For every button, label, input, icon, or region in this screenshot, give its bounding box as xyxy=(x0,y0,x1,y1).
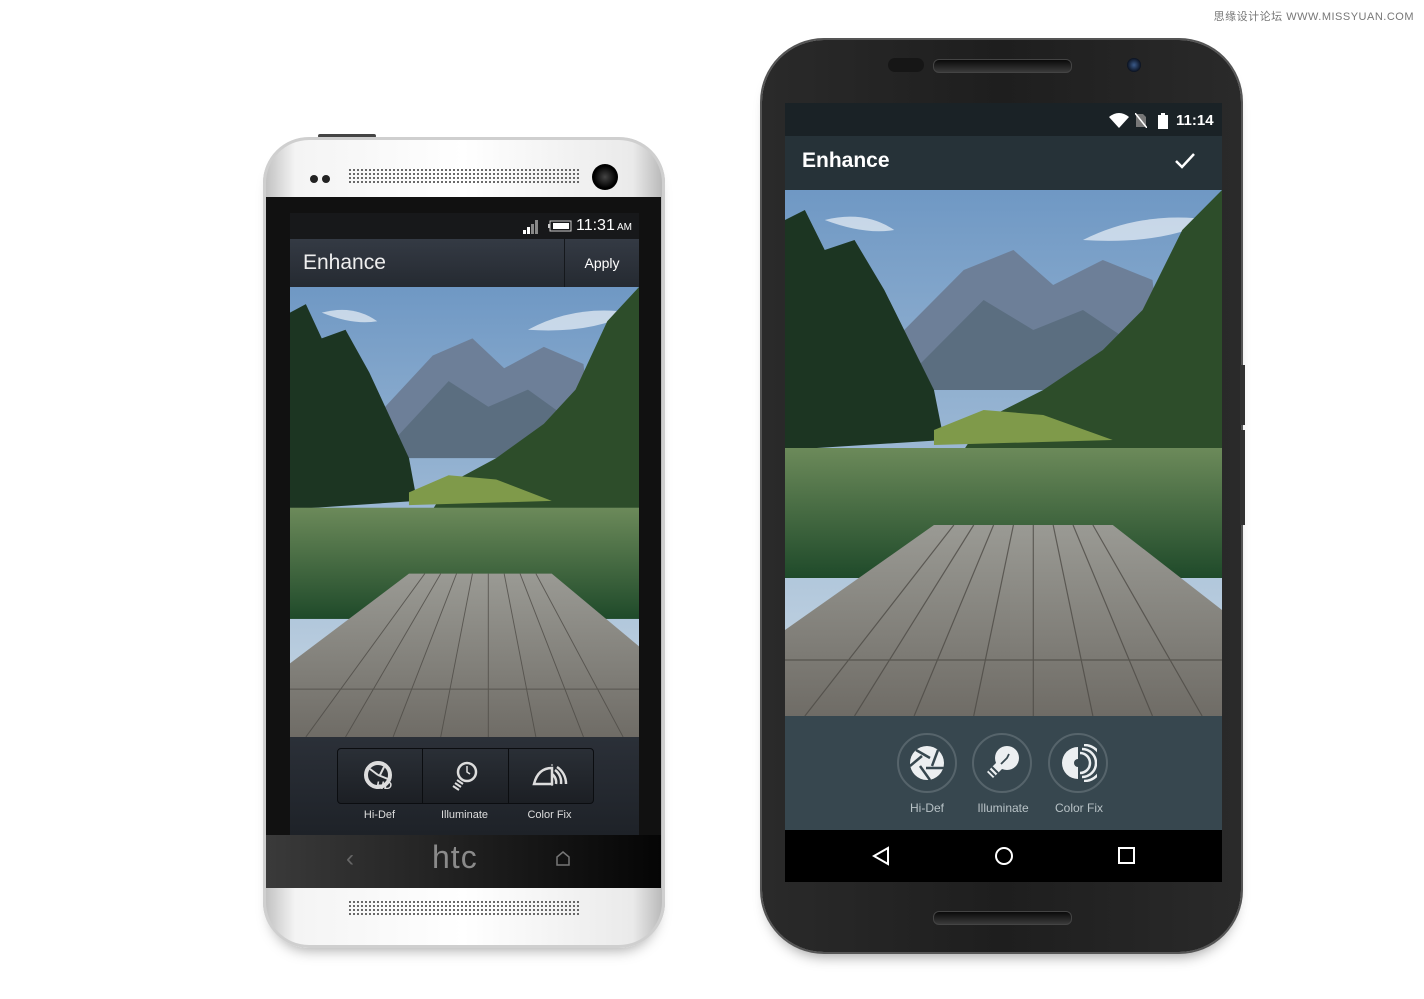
wifi-icon xyxy=(1109,113,1129,128)
top-speaker-grille xyxy=(348,168,580,184)
page-title: Enhance xyxy=(802,149,890,172)
color-fix-label: Color Fix xyxy=(1054,801,1103,815)
page-title: Enhance xyxy=(303,251,386,274)
sensor-dots xyxy=(310,175,318,183)
lightbulb-icon xyxy=(987,746,1019,778)
bottom-speaker-grille xyxy=(348,900,580,916)
htc-nav-area: ‹ htc xyxy=(266,835,661,888)
status-ampm: AM xyxy=(617,222,632,233)
navigation-bar xyxy=(785,830,1222,882)
status-bar: 11:14 xyxy=(785,103,1222,136)
front-camera xyxy=(592,164,618,190)
color-fix-label: Color Fix xyxy=(527,809,572,821)
battery-icon xyxy=(1158,113,1168,129)
top-speaker xyxy=(933,59,1072,73)
watermark: 思缘设计论坛 WWW.MISSYUAN.COM xyxy=(1213,11,1414,23)
signal-icon xyxy=(523,220,538,234)
color-fix-button[interactable] xyxy=(1048,733,1108,793)
svg-text:HD: HD xyxy=(376,780,392,791)
illuminate-button[interactable] xyxy=(972,733,1032,793)
back-icon[interactable]: ‹ xyxy=(346,845,354,873)
tool-segmented-control: HD xyxy=(337,748,594,804)
status-time: 11:31 xyxy=(576,217,615,234)
photo-preview xyxy=(785,190,1222,716)
hi-def-label: Hi-Def xyxy=(909,801,944,815)
app-bar: Enhance xyxy=(785,136,1222,190)
color-fix-button[interactable] xyxy=(509,749,593,803)
check-icon[interactable] xyxy=(1174,152,1196,170)
status-bar: 11:31 AM xyxy=(290,213,639,239)
no-sim-icon xyxy=(1135,113,1147,128)
color-fix-icon xyxy=(1062,744,1097,782)
status-time: 11:14 xyxy=(1176,112,1214,129)
hi-def-button[interactable] xyxy=(897,733,957,793)
illuminate-label: Illuminate xyxy=(977,801,1029,815)
power-button xyxy=(1240,365,1245,425)
tool-panel: HD Hi-Def Illuminate Color Fix xyxy=(290,737,639,835)
recents-icon[interactable] xyxy=(1117,846,1137,866)
illuminate-button[interactable] xyxy=(423,749,509,803)
apply-button[interactable]: Apply xyxy=(564,239,639,287)
hi-def-label: Hi-Def xyxy=(363,809,396,821)
htc-display: 11:31 AM Enhance Apply HD Hi-Def Illumin… xyxy=(290,213,639,835)
battery-icon xyxy=(548,220,572,232)
volume-button xyxy=(1240,430,1245,525)
illuminate-label: Illuminate xyxy=(440,809,489,821)
color-fix-icon xyxy=(532,764,568,788)
tool-panel: Hi-Def Illuminate Color Fix xyxy=(785,716,1222,830)
sensor xyxy=(888,58,924,72)
app-bar: Enhance Apply xyxy=(290,239,639,288)
aperture-icon xyxy=(909,746,944,781)
hi-def-button[interactable]: HD xyxy=(338,749,424,803)
home-icon[interactable] xyxy=(555,850,571,866)
hd-aperture-icon: HD xyxy=(364,761,393,791)
htc-logo: htc xyxy=(432,839,478,875)
photo-preview xyxy=(290,287,639,737)
home-icon[interactable] xyxy=(994,846,1014,866)
front-camera xyxy=(1127,58,1141,72)
lightbulb-icon xyxy=(452,761,478,791)
back-icon[interactable] xyxy=(871,846,891,866)
bottom-speaker xyxy=(933,911,1072,925)
nexus-display: 11:14 Enhance Hi-Def Illuminate Color Fi… xyxy=(785,103,1222,882)
